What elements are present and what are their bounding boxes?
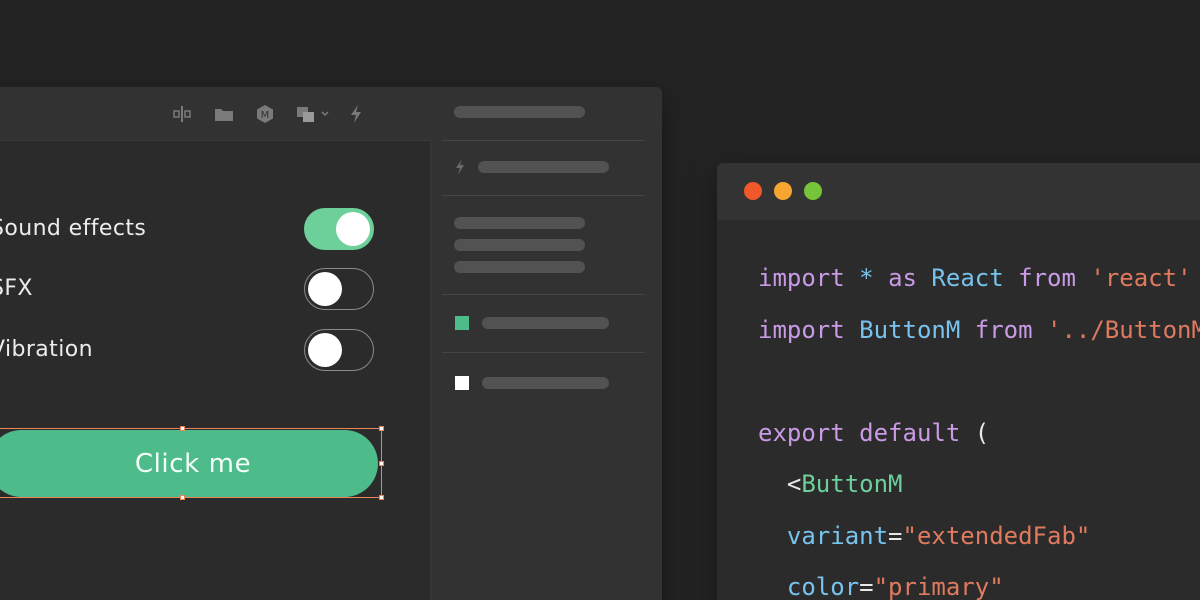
panel-separator [442,140,645,141]
placeholder-bar [478,161,609,173]
vibration-toggle[interactable] [304,329,374,371]
code-token: default [859,418,975,447]
code-line: import * as React from 'react' [758,253,1200,305]
minimize-window-dot[interactable] [774,182,792,200]
setting-row-vibration: Vibration [0,329,380,373]
color-swatch-white[interactable] [455,376,469,390]
lightning-icon[interactable] [346,105,366,123]
sound-effects-toggle[interactable] [304,208,374,250]
design-canvas[interactable]: Sound effects SFX Vibration Click me [0,140,432,600]
placeholder-bar [482,377,609,389]
code-token: < [758,470,802,498]
selection-outline [0,426,384,500]
code-token: color [758,573,860,600]
toggle-knob [336,212,370,246]
code-token: '../ButtonM' [1047,315,1200,344]
setting-label: SFX [0,276,33,301]
code-token: export [758,418,860,447]
code-content[interactable]: import * as React from 'react' import But… [758,253,1200,600]
code-token: ButtonM [859,315,975,344]
resize-handle[interactable] [379,495,384,500]
code-line: import ButtonM from '../ButtonM' [758,305,1200,357]
resize-handle[interactable] [180,495,185,500]
code-token: = [888,521,903,550]
close-window-dot[interactable] [744,182,762,200]
code-token: variant [758,521,889,550]
placeholder-bar [482,317,609,329]
code-token: "primary" [873,573,1004,600]
code-token: "extendedFab" [902,521,1091,550]
maximize-window-dot[interactable] [804,182,822,200]
code-token: from [974,315,1047,344]
toggle-knob [308,272,342,306]
panel-separator [442,294,645,295]
properties-panel [432,87,662,600]
resize-handle[interactable] [180,426,185,431]
code-token: ButtonM [801,470,903,498]
design-toolbar: M [0,87,432,140]
toggle-knob [308,333,342,367]
setting-label: Sound effects [0,216,147,241]
setting-row-sound-effects: Sound effects [0,208,380,252]
code-token: 'react' [1090,264,1192,292]
placeholder-bar [454,239,585,251]
distribute-icon[interactable] [172,105,192,123]
placeholder-bar [454,106,585,118]
resize-handle[interactable] [379,426,384,431]
resize-handle[interactable] [379,461,384,466]
setting-row-sfx: SFX [0,268,380,312]
code-token: React [931,264,1019,292]
code-line: variant="extendedFab" [758,511,1200,563]
svg-text:M: M [261,110,270,121]
setting-label: Vibration [0,337,93,362]
code-token: from [1018,264,1091,292]
code-line: color="primary" [758,562,1200,600]
component-icon[interactable]: M [255,105,275,123]
panel-separator [442,195,645,196]
panel-separator [442,352,645,353]
color-swatch-green[interactable] [455,316,469,330]
code-token: = [859,573,874,600]
code-line: export default ( [758,408,1200,460]
code-token: import [758,264,860,292]
placeholder-bar [454,261,585,273]
design-tool-window: M Sound effects SFX Vibration Click [0,87,662,600]
stage: M Sound effects SFX Vibration Click [0,0,1200,600]
layers-dropdown-icon[interactable] [296,105,332,123]
sfx-toggle[interactable] [304,268,374,310]
lightning-icon [455,159,465,175]
editor-titlebar [717,163,1200,220]
code-token: import [758,315,860,344]
code-line: <ButtonM [758,459,1200,511]
placeholder-bar [454,217,585,229]
code-token: ( [974,418,990,447]
folder-icon[interactable] [214,105,234,123]
code-token: * [859,264,889,292]
code-token: as [888,264,932,292]
code-editor-window: import * as React from 'react' import But… [717,163,1200,600]
